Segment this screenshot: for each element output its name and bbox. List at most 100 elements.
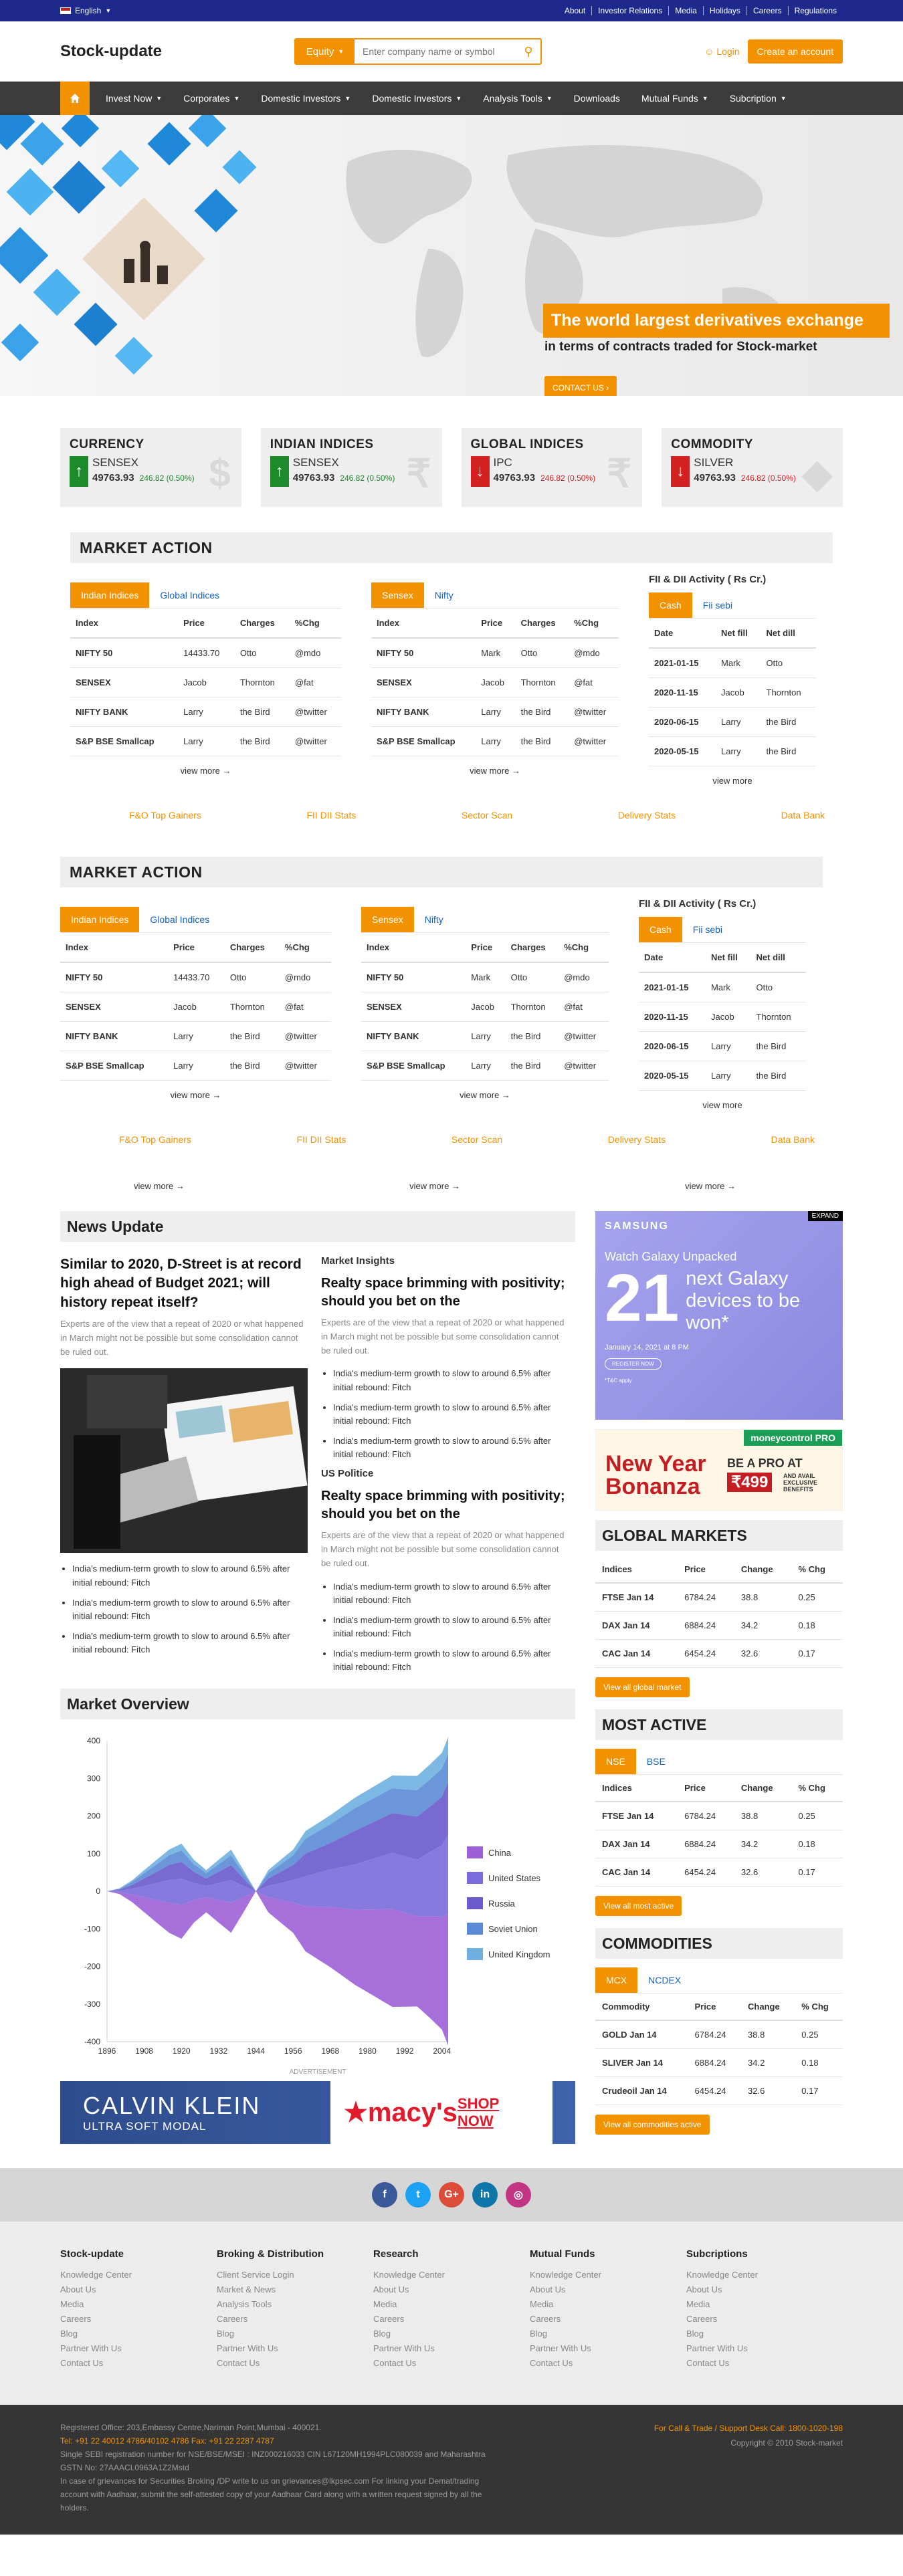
link-fo-top-gainers[interactable]: F&O Top Gainers xyxy=(129,810,201,821)
table-row[interactable]: DAX Jan 14 6884.24 34.2 0.18 xyxy=(595,1611,843,1640)
link-delivery-stats[interactable]: Delivery Stats xyxy=(608,1134,666,1145)
table-row[interactable]: NIFTY BANK Larry the Bird @twitter xyxy=(60,1021,331,1051)
tab-sensex[interactable]: Sensex xyxy=(361,907,414,932)
site-logo[interactable]: Stock-update xyxy=(60,42,294,61)
footer-link[interactable]: Analysis Tools xyxy=(217,2297,373,2312)
news-bullet[interactable]: India's medium-term growth to slow to ar… xyxy=(72,1630,308,1656)
footer-link[interactable]: Careers xyxy=(373,2312,530,2327)
nav-analysis-tools[interactable]: Analysis Tools ▼ xyxy=(472,93,563,104)
tab-nse[interactable]: NSE xyxy=(595,1749,636,1774)
footer-link[interactable]: Careers xyxy=(686,2312,843,2327)
footer-link[interactable]: Careers xyxy=(217,2312,373,2327)
table-row[interactable]: S&P BSE Smallcap Larry the Bird @twitter xyxy=(60,1051,331,1081)
login-link[interactable]: ☺ Login xyxy=(704,46,739,57)
footer-link[interactable]: Contact Us xyxy=(60,2356,217,2371)
view-more-link[interactable]: view more → xyxy=(134,1181,185,1191)
tab-global-indices[interactable]: Global Indices xyxy=(149,582,230,608)
link-delivery-stats[interactable]: Delivery Stats xyxy=(618,810,676,821)
search-input[interactable] xyxy=(355,39,516,64)
indian-indices-card[interactable]: INDIAN INDICES ↑ SENSEX 49763.93 246.82 (0… xyxy=(260,428,442,507)
table-row[interactable]: FTSE Jan 14 6784.24 38.8 0.25 xyxy=(595,1583,843,1612)
table-row[interactable]: S&P BSE Smallcap Larry the Bird @twitter xyxy=(70,726,341,756)
nav-domestic-investors[interactable]: Domestic Investors ▼ xyxy=(250,93,361,104)
twitter-icon[interactable]: t xyxy=(405,2182,431,2208)
tab-indian-indices[interactable]: Indian Indices xyxy=(70,582,150,608)
table-row[interactable]: S&P BSE Smallcap Larry the Bird @twitter xyxy=(361,1051,609,1081)
view-more-link[interactable]: view more → xyxy=(361,1081,609,1109)
top-link-investor-relations[interactable]: Investor Relations xyxy=(591,6,668,15)
nav-domestic-investors-2[interactable]: Domestic Investors ▼ xyxy=(361,93,472,104)
footer-link[interactable]: Media xyxy=(60,2297,217,2312)
moneycontrol-ad[interactable]: moneycontrol PRO New Year Bonanza BE A P… xyxy=(595,1429,843,1511)
tab-fii-sebi[interactable]: Fii sebi xyxy=(692,593,743,618)
view-more-link[interactable]: view more → xyxy=(60,1081,331,1109)
nav-downloads[interactable]: Downloads xyxy=(563,93,631,104)
tab-indian-indices[interactable]: Indian Indices xyxy=(60,907,140,932)
samsung-ad[interactable]: EXPAND SAMSUNG Watch Galaxy Unpacked 21 … xyxy=(595,1211,843,1420)
table-row[interactable]: 2021-01-15 Mark Otto xyxy=(639,972,806,1002)
news-bullet[interactable]: India's medium-term growth to slow to ar… xyxy=(72,1596,308,1623)
footer-link[interactable]: Blog xyxy=(530,2327,686,2341)
tab-fii-sebi[interactable]: Fii sebi xyxy=(682,917,733,942)
table-row[interactable]: FTSE Jan 14 6784.24 38.8 0.25 xyxy=(595,1802,843,1830)
google-plus-icon[interactable]: G+ xyxy=(439,2182,464,2208)
table-row[interactable]: NIFTY BANK Larry the Bird @twitter xyxy=(361,1021,609,1051)
table-row[interactable]: SENSEX Jacob Thornton @fat xyxy=(361,992,609,1022)
footer-link[interactable]: Partner With Us xyxy=(686,2341,843,2356)
create-account-button[interactable]: Create an account xyxy=(747,39,843,64)
link-data-bank[interactable]: Data Bank xyxy=(781,810,825,821)
nav-mutual-funds[interactable]: Mutual Funds ▼ xyxy=(631,93,719,104)
table-row[interactable]: NIFTY 50 Mark Otto @mdo xyxy=(361,962,609,992)
tab-global-indices[interactable]: Global Indices xyxy=(139,907,220,932)
calvin-klein-ad[interactable]: CALVIN KLEIN ULTRA SOFT MODAL ★macy's SH… xyxy=(60,2081,575,2145)
link-fo-top-gainers[interactable]: F&O Top Gainers xyxy=(119,1134,191,1145)
tab-cash[interactable]: Cash xyxy=(649,593,692,618)
tab-nifty[interactable]: Nifty xyxy=(414,907,454,932)
table-row[interactable]: GOLD Jan 14 6784.24 38.8 0.25 xyxy=(595,2020,843,2049)
footer-link[interactable]: About Us xyxy=(373,2282,530,2297)
view-all-global-market-button[interactable]: View all global market xyxy=(595,1677,690,1697)
table-row[interactable]: SENSEX Jacob Thornton @fat xyxy=(70,667,341,697)
top-link-holidays[interactable]: Holidays xyxy=(702,6,746,15)
table-row[interactable]: NIFTY BANK Larry the Bird @twitter xyxy=(371,697,619,727)
tab-bse[interactable]: BSE xyxy=(636,1749,676,1774)
table-row[interactable]: Crudeoil Jan 14 6454.24 32.6 0.17 xyxy=(595,2076,843,2105)
footer-link[interactable]: Blog xyxy=(373,2327,530,2341)
main-headline[interactable]: Similar to 2020, D-Street is at record h… xyxy=(60,1255,308,1312)
view-all-most-active-button[interactable]: View all most active xyxy=(595,1896,682,1916)
footer-link[interactable]: About Us xyxy=(686,2282,843,2297)
register-now-button[interactable]: REGISTER NOW xyxy=(605,1358,662,1370)
footer-link[interactable]: Careers xyxy=(60,2312,217,2327)
footer-link[interactable]: Knowledge Center xyxy=(530,2268,686,2282)
nav-corporates[interactable]: Corporates ▼ xyxy=(173,93,250,104)
link-data-bank[interactable]: Data Bank xyxy=(771,1134,815,1145)
table-row[interactable]: 2020-05-15 Larry the Bird xyxy=(639,1061,806,1091)
link-fii-dii-stats[interactable]: FII DII Stats xyxy=(306,810,356,821)
politics-headline[interactable]: Realty space brimming with positivity; s… xyxy=(321,1487,569,1523)
table-row[interactable]: NIFTY BANK Larry the Bird @twitter xyxy=(70,697,341,727)
footer-link[interactable]: Knowledge Center xyxy=(373,2268,530,2282)
global-indices-card[interactable]: GLOBAL INDICES ↓ IPC 49763.93 246.82 (0.50… xyxy=(461,428,643,507)
tab-sensex[interactable]: Sensex xyxy=(371,582,424,608)
link-fii-dii-stats[interactable]: FII DII Stats xyxy=(296,1134,346,1145)
footer-link[interactable]: Client Service Login xyxy=(217,2268,373,2282)
footer-link[interactable]: Media xyxy=(686,2297,843,2312)
language-selector[interactable]: English ▼ xyxy=(60,6,111,15)
table-row[interactable]: SLIVER Jan 14 6884.24 34.2 0.18 xyxy=(595,2048,843,2077)
footer-link[interactable]: Knowledge Center xyxy=(60,2268,217,2282)
nav-invest-now[interactable]: Invest Now ▼ xyxy=(95,93,173,104)
footer-link[interactable]: Blog xyxy=(60,2327,217,2341)
view-more-link[interactable]: view more xyxy=(639,1091,806,1119)
table-row[interactable]: 2020-11-15 Jacob Thornton xyxy=(639,1002,806,1032)
view-more-link[interactable]: view more → xyxy=(371,756,619,785)
facebook-icon[interactable]: f xyxy=(372,2182,397,2208)
view-more-link[interactable]: view more → xyxy=(685,1181,736,1191)
table-row[interactable]: NIFTY 50 14433.70 Otto @mdo xyxy=(60,962,331,992)
nav-subcription[interactable]: Subcription ▼ xyxy=(719,93,797,104)
footer-link[interactable]: About Us xyxy=(60,2282,217,2297)
news-bullet[interactable]: India's medium-term growth to slow to ar… xyxy=(333,1434,569,1461)
view-more-link[interactable]: view more → xyxy=(409,1181,460,1191)
home-icon[interactable] xyxy=(60,82,90,115)
search-type-select[interactable]: Equity ▼ xyxy=(296,39,355,64)
footer-link[interactable]: Media xyxy=(530,2297,686,2312)
